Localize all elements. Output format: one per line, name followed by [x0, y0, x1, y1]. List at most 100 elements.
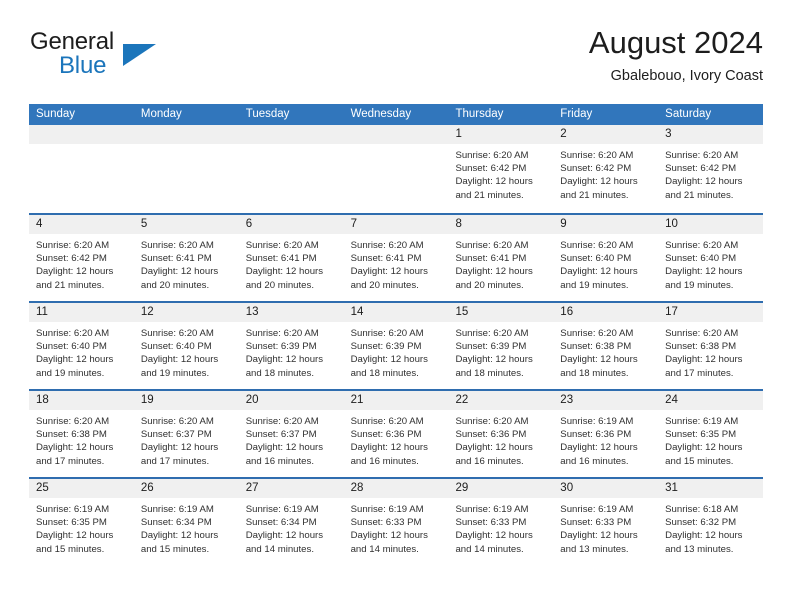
day-number: 9 — [553, 215, 659, 234]
sunset-text: Sunset: 6:36 PM — [560, 429, 632, 441]
week-row: 4 Sunrise: 6:20 AM Sunset: 6:42 PM Dayli… — [29, 213, 764, 301]
day-cell[interactable]: 7 Sunrise: 6:20 AM Sunset: 6:41 PM Dayli… — [343, 215, 449, 301]
day-cell[interactable]: 17 Sunrise: 6:20 AM Sunset: 6:38 PM Dayl… — [658, 303, 764, 389]
day-cell[interactable]: 11 Sunrise: 6:20 AM Sunset: 6:40 PM Dayl… — [29, 303, 134, 389]
day-number: 4 — [29, 215, 134, 234]
day-cell[interactable]: 13 Sunrise: 6:20 AM Sunset: 6:39 PM Dayl… — [238, 303, 344, 389]
day-cell[interactable]: 3 Sunrise: 6:20 AM Sunset: 6:42 PM Dayli… — [658, 125, 764, 213]
day-cell[interactable]: 18 Sunrise: 6:20 AM Sunset: 6:38 PM Dayl… — [29, 391, 134, 477]
day-details: Sunrise: 6:20 AM Sunset: 6:40 PM Dayligh… — [658, 234, 763, 292]
daylight-text-line1: Daylight: 12 hours — [245, 266, 324, 278]
daylight-text-line1: Daylight: 12 hours — [350, 266, 428, 278]
daylight-text-line2: and 17 minutes. — [665, 367, 734, 379]
day-cell[interactable]: 9 Sunrise: 6:20 AM Sunset: 6:40 PM Dayli… — [553, 215, 659, 301]
day-details: Sunrise: 6:19 AM Sunset: 6:33 PM Dayligh… — [553, 498, 658, 556]
sunrise-text: Sunrise: 6:20 AM — [665, 240, 739, 251]
day-cell[interactable]: 30 Sunrise: 6:19 AM Sunset: 6:33 PM Dayl… — [553, 479, 659, 565]
day-details: Sunrise: 6:20 AM Sunset: 6:38 PM Dayligh… — [658, 322, 763, 380]
day-details: Sunrise: 6:20 AM Sunset: 6:40 PM Dayligh… — [553, 234, 658, 292]
day-cell[interactable]: 2 Sunrise: 6:20 AM Sunset: 6:42 PM Dayli… — [553, 125, 659, 213]
day-cell[interactable]: 22 Sunrise: 6:20 AM Sunset: 6:36 PM Dayl… — [448, 391, 554, 477]
day-number: 28 — [343, 479, 449, 498]
sunset-text: Sunset: 6:40 PM — [665, 253, 737, 265]
sunrise-text: Sunrise: 6:20 AM — [350, 416, 424, 427]
sunset-text: Sunset: 6:42 PM — [665, 163, 737, 175]
daylight-text-line1: Daylight: 12 hours — [140, 442, 219, 454]
day-number: 20 — [238, 391, 344, 410]
day-details: Sunrise: 6:20 AM Sunset: 6:41 PM Dayligh… — [239, 234, 344, 292]
day-cell[interactable]: 4 Sunrise: 6:20 AM Sunset: 6:42 PM Dayli… — [29, 215, 134, 301]
brand-logo[interactable]: General Blue — [29, 28, 249, 88]
day-cell[interactable]: 10 Sunrise: 6:20 AM Sunset: 6:40 PM Dayl… — [658, 215, 764, 301]
day-cell[interactable]: 5 Sunrise: 6:20 AM Sunset: 6:41 PM Dayli… — [133, 215, 239, 301]
day-cell[interactable]: 26 Sunrise: 6:19 AM Sunset: 6:34 PM Dayl… — [133, 479, 239, 565]
daylight-text-line1: Daylight: 12 hours — [36, 266, 114, 278]
daylight-text-line1: Daylight: 12 hours — [140, 354, 219, 366]
daylight-text-line1: Daylight: 12 hours — [350, 530, 428, 542]
daylight-text-line2: and 18 minutes. — [350, 367, 419, 379]
day-number — [343, 125, 449, 144]
weekday-header-wednesday: Wednesday — [350, 108, 412, 120]
sunrise-text: Sunrise: 6:19 AM — [560, 416, 634, 427]
daylight-text-line2: and 13 minutes. — [560, 543, 629, 555]
day-number: 3 — [658, 125, 764, 144]
day-cell[interactable]: 31 Sunrise: 6:18 AM Sunset: 6:32 PM Dayl… — [658, 479, 764, 565]
day-cell[interactable]: 21 Sunrise: 6:20 AM Sunset: 6:36 PM Dayl… — [343, 391, 449, 477]
day-number: 1 — [448, 125, 554, 144]
daylight-text-line1: Daylight: 12 hours — [560, 442, 638, 454]
day-cell[interactable]: 29 Sunrise: 6:19 AM Sunset: 6:33 PM Dayl… — [448, 479, 554, 565]
sunrise-text: Sunrise: 6:20 AM — [455, 416, 529, 427]
daylight-text-line2: and 16 minutes. — [560, 455, 629, 467]
sunset-text: Sunset: 6:32 PM — [665, 517, 737, 529]
day-number: 7 — [343, 215, 449, 234]
day-details: Sunrise: 6:20 AM Sunset: 6:38 PM Dayligh… — [29, 410, 134, 468]
day-cell[interactable]: 24 Sunrise: 6:19 AM Sunset: 6:35 PM Dayl… — [658, 391, 764, 477]
day-cell[interactable]: 14 Sunrise: 6:20 AM Sunset: 6:39 PM Dayl… — [343, 303, 449, 389]
brand-triangle-icon — [123, 44, 156, 66]
daylight-text-line1: Daylight: 12 hours — [245, 442, 324, 454]
day-details: Sunrise: 6:20 AM Sunset: 6:37 PM Dayligh… — [239, 410, 344, 468]
day-cell[interactable]: 25 Sunrise: 6:19 AM Sunset: 6:35 PM Dayl… — [29, 479, 134, 565]
brand-name-blue: Blue — [59, 52, 107, 79]
day-details: Sunrise: 6:19 AM Sunset: 6:33 PM Dayligh… — [344, 498, 449, 556]
daylight-text-line1: Daylight: 12 hours — [665, 266, 743, 278]
day-cell — [29, 125, 134, 213]
page-title: August 2024 — [588, 25, 763, 60]
day-cell[interactable]: 8 Sunrise: 6:20 AM Sunset: 6:41 PM Dayli… — [448, 215, 554, 301]
daylight-text-line2: and 20 minutes. — [245, 279, 314, 291]
sunset-text: Sunset: 6:36 PM — [350, 429, 422, 441]
day-cell[interactable]: 15 Sunrise: 6:20 AM Sunset: 6:39 PM Dayl… — [448, 303, 554, 389]
daylight-text-line1: Daylight: 12 hours — [36, 442, 114, 454]
day-cell[interactable]: 23 Sunrise: 6:19 AM Sunset: 6:36 PM Dayl… — [553, 391, 659, 477]
daylight-text-line2: and 20 minutes. — [455, 279, 524, 291]
day-details: Sunrise: 6:20 AM Sunset: 6:41 PM Dayligh… — [344, 234, 449, 292]
day-cell[interactable]: 27 Sunrise: 6:19 AM Sunset: 6:34 PM Dayl… — [238, 479, 344, 565]
sunset-text: Sunset: 6:33 PM — [455, 517, 527, 529]
day-number: 13 — [238, 303, 344, 322]
sunset-text: Sunset: 6:37 PM — [140, 429, 212, 441]
sunset-text: Sunset: 6:40 PM — [36, 341, 107, 353]
day-details: Sunrise: 6:20 AM Sunset: 6:42 PM Dayligh… — [553, 144, 658, 202]
week-row: 18 Sunrise: 6:20 AM Sunset: 6:38 PM Dayl… — [29, 389, 764, 477]
sunset-text: Sunset: 6:37 PM — [245, 429, 317, 441]
sunrise-text: Sunrise: 6:19 AM — [36, 504, 110, 515]
day-details: Sunrise: 6:20 AM Sunset: 6:37 PM Dayligh… — [134, 410, 239, 468]
daylight-text-line1: Daylight: 12 hours — [455, 266, 533, 278]
day-cell[interactable]: 19 Sunrise: 6:20 AM Sunset: 6:37 PM Dayl… — [133, 391, 239, 477]
day-cell[interactable]: 12 Sunrise: 6:20 AM Sunset: 6:40 PM Dayl… — [133, 303, 239, 389]
day-cell[interactable]: 16 Sunrise: 6:20 AM Sunset: 6:38 PM Dayl… — [553, 303, 659, 389]
daylight-text-line2: and 19 minutes. — [36, 367, 105, 379]
day-cell[interactable]: 1 Sunrise: 6:20 AM Sunset: 6:42 PM Dayli… — [448, 125, 554, 213]
day-cell[interactable]: 20 Sunrise: 6:20 AM Sunset: 6:37 PM Dayl… — [238, 391, 344, 477]
daylight-text-line2: and 14 minutes. — [245, 543, 314, 555]
sunrise-text: Sunrise: 6:18 AM — [665, 504, 739, 515]
day-cell[interactable]: 28 Sunrise: 6:19 AM Sunset: 6:33 PM Dayl… — [343, 479, 449, 565]
week-row: 1 Sunrise: 6:20 AM Sunset: 6:42 PM Dayli… — [29, 125, 764, 213]
day-number — [238, 125, 344, 144]
day-cell[interactable]: 6 Sunrise: 6:20 AM Sunset: 6:41 PM Dayli… — [238, 215, 344, 301]
sunset-text: Sunset: 6:35 PM — [36, 517, 107, 529]
day-number: 25 — [29, 479, 134, 498]
day-number: 29 — [448, 479, 554, 498]
day-details: Sunrise: 6:20 AM Sunset: 6:42 PM Dayligh… — [29, 234, 134, 292]
day-details: Sunrise: 6:20 AM Sunset: 6:36 PM Dayligh… — [448, 410, 553, 468]
